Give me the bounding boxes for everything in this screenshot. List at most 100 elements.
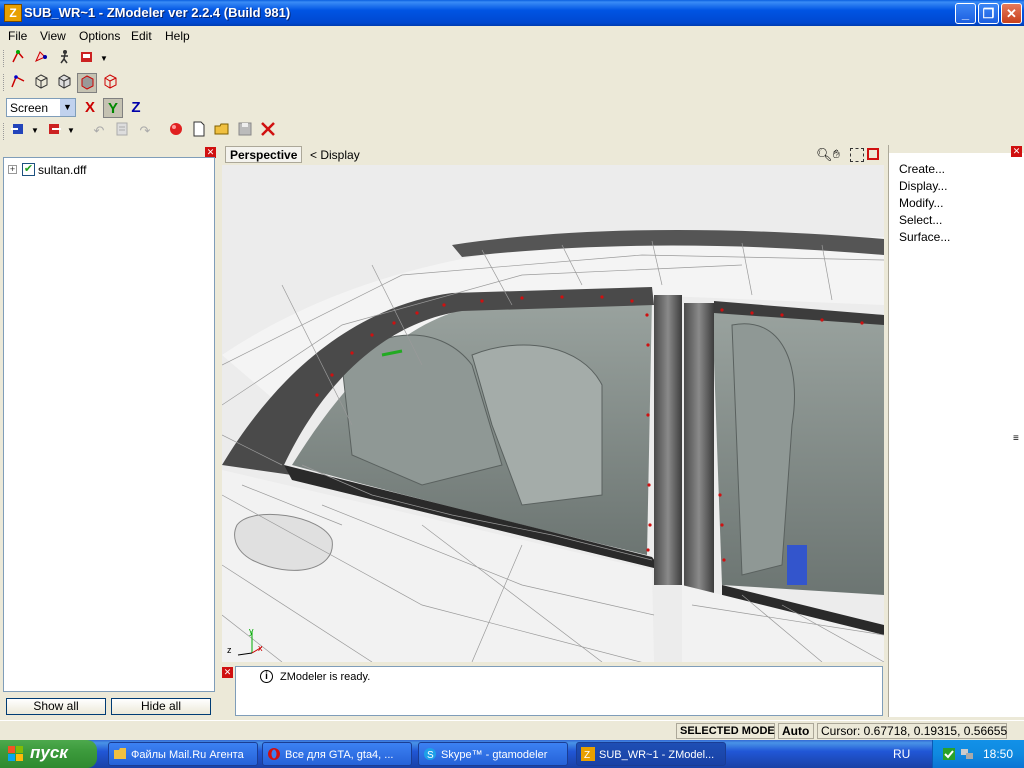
- app-icon[interactable]: Z: [4, 4, 22, 22]
- axis-z-toggle[interactable]: Z: [126, 98, 146, 118]
- import-dropdown[interactable]: ▼: [30, 121, 40, 141]
- info-icon: i: [260, 670, 273, 683]
- toolbar-modes: [0, 71, 124, 95]
- new-file-button[interactable]: [189, 121, 209, 141]
- status-mode: SELECTED MODE: [676, 723, 775, 739]
- toolbar-grip[interactable]: [3, 50, 7, 67]
- toolbar-selection: ▼: [0, 47, 120, 70]
- cube-object-icon: [81, 75, 94, 90]
- export-button[interactable]: [44, 121, 64, 141]
- redo-button[interactable]: ↷: [135, 121, 155, 141]
- axis-x-toggle[interactable]: X: [80, 98, 100, 118]
- import-button[interactable]: [8, 121, 28, 141]
- axis-y-toggle[interactable]: Y: [103, 98, 123, 118]
- zoom-icon: 🔍︎: [816, 147, 833, 162]
- tree-expander[interactable]: +: [8, 165, 17, 174]
- display-label[interactable]: < Display: [310, 148, 360, 162]
- command-create[interactable]: Create...: [899, 162, 945, 176]
- render-button[interactable]: [166, 121, 186, 141]
- save-button[interactable]: [235, 121, 255, 141]
- axis-gizmo: [237, 631, 263, 656]
- delete-button[interactable]: [258, 121, 278, 141]
- clipboard-icon: [116, 122, 128, 136]
- task-mailru[interactable]: Файлы Mail.Ru Агента: [108, 742, 258, 766]
- undo-icon: ↶: [93, 123, 105, 138]
- log-panel: i ZModeler is ready.: [235, 666, 883, 716]
- svg-text:S: S: [427, 750, 434, 761]
- cube-object-mode-button[interactable]: [77, 73, 97, 93]
- tree-checkbox[interactable]: ✔: [22, 163, 35, 176]
- command-modify[interactable]: Modify...: [899, 196, 943, 210]
- title-bar[interactable]: Z SUB_WR~1 - ZModeler ver 2.2.4 (Build 9…: [0, 0, 1024, 26]
- security-icon[interactable]: [942, 747, 956, 761]
- start-button[interactable]: пуск: [0, 740, 97, 768]
- save-icon: [238, 122, 252, 136]
- axis-y-label: y: [249, 626, 254, 636]
- object-button[interactable]: [77, 49, 97, 69]
- task-skype[interactable]: S Skype™ - gtamodeler: [418, 742, 568, 766]
- cube-face-mode-button[interactable]: [54, 73, 74, 93]
- task-browser[interactable]: Все для GTA, gta4, ...: [262, 742, 412, 766]
- cube-icon: [35, 74, 48, 89]
- tree-item-sultan[interactable]: sultan.dff: [38, 163, 86, 177]
- status-auto[interactable]: Auto: [778, 723, 814, 739]
- maximize-viewport-button[interactable]: [867, 148, 879, 160]
- menu-bar: File View Options Edit Help: [0, 26, 1024, 46]
- coord-system-select[interactable]: Screen ▼: [6, 98, 76, 117]
- menu-edit[interactable]: Edit: [131, 29, 152, 43]
- export-dropdown[interactable]: ▼: [66, 121, 76, 141]
- zoom-button[interactable]: 🔍︎: [816, 147, 833, 163]
- select-face-button[interactable]: [31, 49, 51, 69]
- minimize-button[interactable]: _: [955, 3, 976, 24]
- restore-icon: ❐: [982, 6, 995, 21]
- toolbar-grip[interactable]: [3, 123, 7, 140]
- task-label: Skype™ - gtamodeler: [441, 749, 548, 761]
- 3d-viewport[interactable]: y z x: [222, 165, 884, 662]
- axis-z-label: z: [227, 645, 232, 655]
- menu-file[interactable]: File: [8, 29, 27, 43]
- menu-view[interactable]: View: [40, 29, 66, 43]
- task-zmodeler[interactable]: Z SUB_WR~1 - ZModel...: [576, 742, 726, 766]
- viewport-header: Perspective < Display 🔍︎ ✋︎: [222, 145, 884, 166]
- object-dropdown[interactable]: ▼: [98, 49, 110, 69]
- command-display[interactable]: Display...: [899, 179, 947, 193]
- panel-header: [889, 145, 1024, 153]
- command-panel: ✕ Create... Display... Modify... Select.…: [888, 145, 1024, 717]
- toolbar-grip[interactable]: [3, 74, 7, 91]
- open-folder-button[interactable]: [212, 121, 232, 141]
- viewport-name[interactable]: Perspective: [225, 146, 303, 163]
- network-icon[interactable]: [960, 747, 974, 761]
- cube-red-mode-button[interactable]: [100, 73, 120, 93]
- cube-mode-button[interactable]: [31, 73, 51, 93]
- walk-button[interactable]: [54, 49, 74, 69]
- pan-button[interactable]: ✋︎: [833, 147, 840, 162]
- command-surface[interactable]: Surface...: [899, 230, 950, 244]
- clipboard-button[interactable]: [112, 121, 132, 141]
- select-vertex-button[interactable]: [8, 49, 28, 69]
- clock: 18:50: [983, 747, 1014, 761]
- chevron-down-icon[interactable]: ▼: [60, 99, 75, 116]
- vertex-mode-button[interactable]: [8, 73, 28, 93]
- splitter-grip[interactable]: ≡: [1013, 433, 1019, 444]
- undo-button[interactable]: ↶: [89, 121, 109, 141]
- render-sphere-icon: [170, 123, 182, 135]
- show-all-button[interactable]: Show all: [6, 698, 106, 715]
- window-title: SUB_WR~1 - ZModeler ver 2.2.4 (Build 981…: [24, 5, 291, 20]
- command-select[interactable]: Select...: [899, 213, 942, 227]
- redo-icon: ↷: [139, 123, 151, 138]
- skype-icon: S: [424, 748, 436, 761]
- language-indicator[interactable]: RU: [893, 747, 910, 761]
- select-face-icon: [35, 51, 47, 62]
- object-tree[interactable]: + ✔ sultan.dff: [3, 157, 215, 692]
- car-wireframe-render: [222, 165, 884, 662]
- hide-all-button[interactable]: Hide all: [111, 698, 211, 715]
- restore-button[interactable]: ❐: [978, 3, 999, 24]
- select-vertex-icon: [12, 50, 24, 63]
- close-button[interactable]: ✕: [1001, 3, 1022, 24]
- log-close-icon[interactable]: ✕: [222, 667, 233, 678]
- menu-help[interactable]: Help: [165, 29, 190, 43]
- menu-options[interactable]: Options: [79, 29, 120, 43]
- fit-button[interactable]: [850, 148, 864, 162]
- panel-close-icon[interactable]: ✕: [1011, 146, 1022, 157]
- windows-logo-icon: [8, 746, 23, 761]
